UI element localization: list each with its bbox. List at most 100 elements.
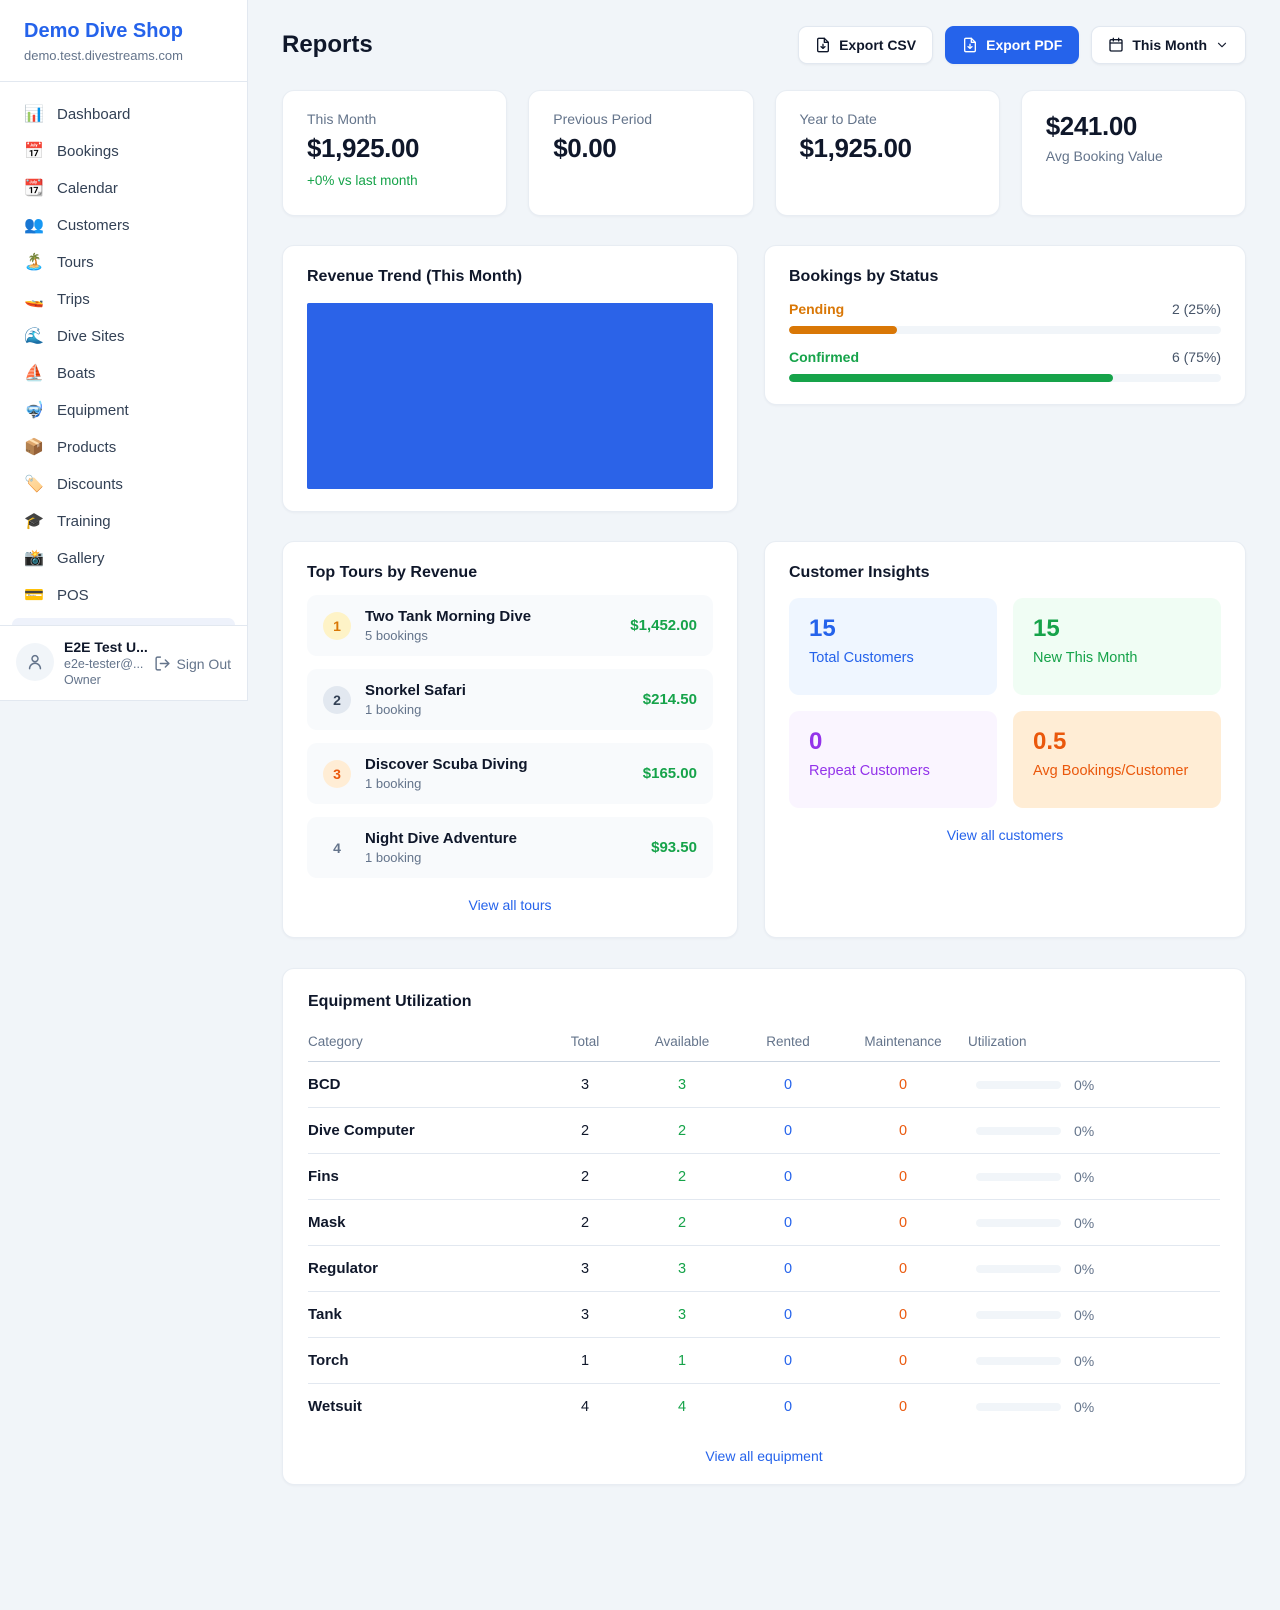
tile-label: Total Customers [809, 650, 977, 666]
tile-value: 0 [809, 728, 977, 756]
shop-name-link[interactable]: Demo Dive Shop [24, 20, 223, 43]
revenue-trend-card: Revenue Trend (This Month) [282, 245, 738, 512]
cell-total: 2 [544, 1154, 626, 1200]
tour-amount: $165.00 [643, 765, 697, 782]
sidebar-item-boats[interactable]: ⛵ Boats [12, 355, 235, 392]
cell-maintenance: 0 [838, 1292, 968, 1338]
cell-maintenance: 0 [838, 1246, 968, 1292]
utilization-bar [976, 1403, 1061, 1411]
top-tours-title: Top Tours by Revenue [307, 564, 713, 582]
view-all-equipment-link[interactable]: View all equipment [705, 1448, 822, 1464]
file-download-icon [962, 37, 978, 53]
cell-maintenance: 0 [838, 1062, 968, 1108]
status-row-confirmed: Confirmed 6 (75%) [789, 349, 1221, 382]
period-select[interactable]: This Month [1091, 26, 1246, 64]
sidebar-item-customers[interactable]: 👥 Customers [12, 207, 235, 244]
customer-insights-card: Customer Insights 15 Total Customers 15 … [764, 541, 1246, 938]
utilization-percent: 0% [1074, 1353, 1094, 1369]
sidebar-item-label: Dive Sites [57, 328, 125, 345]
tile-value: 0.5 [1033, 728, 1201, 756]
status-value: 2 (25%) [1172, 301, 1221, 317]
cell-category: Torch [308, 1338, 544, 1384]
equipment-icon: 🤿 [24, 403, 44, 419]
cell-maintenance: 0 [838, 1200, 968, 1246]
sidebar-header: Demo Dive Shop demo.test.divestreams.com [0, 0, 247, 82]
sidebar-item-label: Dashboard [57, 106, 130, 123]
sidebar-item-pos[interactable]: 💳 POS [12, 577, 235, 614]
user-info: E2E Test U... e2e-tester@... Owner [64, 639, 144, 687]
status-row-pending: Pending 2 (25%) [789, 301, 1221, 334]
tile-avg-bookings-customer: 0.5 Avg Bookings/Customer [1013, 711, 1221, 808]
cell-total: 2 [544, 1200, 626, 1246]
cell-available: 3 [626, 1246, 738, 1292]
rank-badge: 3 [323, 760, 351, 788]
stat-label: Avg Booking Value [1046, 148, 1221, 164]
cell-category: Dive Computer [308, 1108, 544, 1154]
stat-label: This Month [307, 111, 482, 127]
discounts-icon: 🏷️ [24, 477, 44, 493]
stat-label: Previous Period [553, 111, 728, 127]
export-csv-label: Export CSV [839, 37, 916, 53]
cell-category: BCD [308, 1062, 544, 1108]
tile-repeat-customers: 0 Repeat Customers [789, 711, 997, 808]
stat-value: $1,925.00 [800, 133, 975, 164]
rank-badge: 4 [323, 834, 351, 862]
cell-maintenance: 0 [838, 1338, 968, 1384]
stat-card-this-month: This Month $1,925.00 +0% vs last month [282, 90, 507, 216]
cell-category: Mask [308, 1200, 544, 1246]
sidebar-item-label: Products [57, 439, 116, 456]
user-role: Owner [64, 673, 144, 687]
table-row: Torch 1 1 0 0 0% [308, 1338, 1220, 1384]
stat-value: $0.00 [553, 133, 728, 164]
sidebar-item-dive-sites[interactable]: 🌊 Dive Sites [12, 318, 235, 355]
column-header-available: Available [626, 1024, 738, 1062]
utilization-percent: 0% [1074, 1261, 1094, 1277]
sidebar-item-discounts[interactable]: 🏷️ Discounts [12, 466, 235, 503]
view-all-customers-link[interactable]: View all customers [947, 827, 1063, 843]
tile-label: Avg Bookings/Customer [1033, 763, 1201, 779]
sidebar-item-gallery[interactable]: 📸 Gallery [12, 540, 235, 577]
sign-out-label: Sign Out [177, 656, 231, 672]
utilization-percent: 0% [1074, 1399, 1094, 1415]
sidebar-item-trips[interactable]: 🚤 Trips [12, 281, 235, 318]
tour-name: Snorkel Safari [365, 682, 466, 699]
cell-available: 3 [626, 1292, 738, 1338]
cell-total: 4 [544, 1384, 626, 1430]
export-csv-button[interactable]: Export CSV [798, 26, 933, 64]
export-pdf-button[interactable]: Export PDF [945, 26, 1079, 64]
cell-rented: 0 [738, 1384, 838, 1430]
sidebar-item-products[interactable]: 📦 Products [12, 429, 235, 466]
equipment-table: Category Total Available Rented Maintena… [308, 1024, 1220, 1429]
column-header-total: Total [544, 1024, 626, 1062]
sidebar-item-label: Boats [57, 365, 95, 382]
sign-out-button[interactable]: Sign Out [154, 655, 231, 672]
logout-icon [154, 655, 171, 672]
cell-available: 2 [626, 1108, 738, 1154]
tour-row: 1 Two Tank Morning Dive 5 bookings $1,45… [307, 595, 713, 656]
stat-card-previous-period: Previous Period $0.00 [528, 90, 753, 216]
sidebar-item-training[interactable]: 🎓 Training [12, 503, 235, 540]
cell-total: 3 [544, 1292, 626, 1338]
header-actions: Export CSV Export PDF This Month [798, 26, 1246, 64]
sidebar-item-calendar[interactable]: 📆 Calendar [12, 170, 235, 207]
sidebar-item-equipment[interactable]: 🤿 Equipment [12, 392, 235, 429]
utilization-bar [976, 1265, 1061, 1273]
stat-card-year-to-date: Year to Date $1,925.00 [775, 90, 1000, 216]
cell-available: 2 [626, 1200, 738, 1246]
tour-bookings: 1 booking [365, 702, 466, 717]
sidebar-item-tours[interactable]: 🏝️ Tours [12, 244, 235, 281]
status-label: Pending [789, 301, 844, 317]
cell-maintenance: 0 [838, 1108, 968, 1154]
sidebar-item-dashboard[interactable]: 📊 Dashboard [12, 96, 235, 133]
stat-label: Year to Date [800, 111, 975, 127]
utilization-cell: 0% [976, 1215, 1212, 1231]
sidebar-item-bookings[interactable]: 📅 Bookings [12, 133, 235, 170]
shop-domain: demo.test.divestreams.com [24, 48, 223, 63]
utilization-bar [976, 1173, 1061, 1181]
sidebar-item-label: Customers [57, 217, 130, 234]
sidebar-item-reports-partial[interactable] [12, 618, 235, 625]
cell-maintenance: 0 [838, 1154, 968, 1200]
view-all-tours-link[interactable]: View all tours [468, 897, 551, 913]
column-header-maintenance: Maintenance [838, 1024, 968, 1062]
cell-total: 3 [544, 1062, 626, 1108]
